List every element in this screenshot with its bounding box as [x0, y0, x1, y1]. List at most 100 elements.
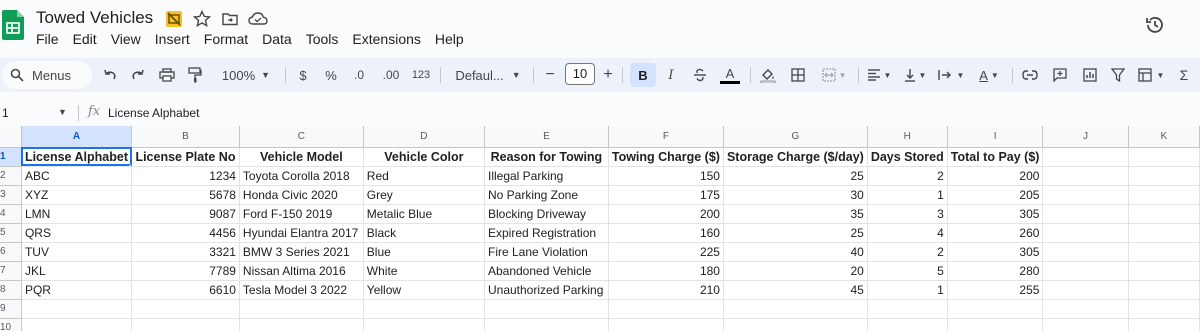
- table-cell[interactable]: 280: [946, 260, 1044, 281]
- table-cell[interactable]: 1: [866, 279, 948, 300]
- cell-empty[interactable]: [1127, 241, 1200, 262]
- cell-empty[interactable]: [238, 298, 364, 319]
- row-header[interactable]: 7: [0, 260, 22, 281]
- table-cell[interactable]: 180: [607, 260, 724, 281]
- menu-format[interactable]: Format: [204, 31, 255, 47]
- table-cell[interactable]: JKL: [20, 260, 133, 281]
- cell-empty[interactable]: [1127, 165, 1200, 186]
- bold-button[interactable]: B: [630, 63, 656, 87]
- table-cell[interactable]: Abandoned Vehicle: [483, 260, 609, 281]
- undo-icon[interactable]: [102, 63, 118, 87]
- table-cell[interactable]: 175: [607, 184, 724, 205]
- table-cell[interactable]: 150: [607, 165, 724, 186]
- table-cell[interactable]: ABC: [20, 165, 133, 186]
- table-cell[interactable]: Toyota Corolla 2018: [238, 165, 364, 186]
- table-cell[interactable]: Fire Lane Violation: [483, 241, 609, 262]
- filter-views-icon[interactable]: ▼: [1136, 63, 1166, 87]
- table-cell[interactable]: 305: [946, 203, 1044, 224]
- table-cell[interactable]: 255: [946, 279, 1044, 300]
- table-cell[interactable]: White: [362, 260, 485, 281]
- table-cell[interactable]: QRS: [20, 222, 133, 243]
- menu-file[interactable]: File: [36, 31, 66, 47]
- name-box[interactable]: 1: [2, 106, 9, 120]
- row-header[interactable]: 6: [0, 241, 22, 262]
- paint-format-icon[interactable]: [186, 63, 204, 87]
- table-cell[interactable]: No Parking Zone: [483, 184, 609, 205]
- table-cell[interactable]: XYZ: [20, 184, 133, 205]
- zoom-select[interactable]: 100% ▼: [218, 63, 274, 87]
- table-cell[interactable]: 3321: [131, 241, 240, 262]
- cell-header[interactable]: Towing Charge ($): [607, 146, 724, 167]
- table-cell[interactable]: 7789: [131, 260, 240, 281]
- row-header[interactable]: 5: [0, 222, 22, 243]
- table-cell[interactable]: 2: [866, 165, 948, 186]
- cell-empty[interactable]: [1042, 317, 1129, 331]
- table-cell[interactable]: Yellow: [362, 279, 485, 300]
- cell-empty[interactable]: [1042, 165, 1129, 186]
- cell-empty[interactable]: [1042, 184, 1129, 205]
- cloud-saved-icon[interactable]: [248, 9, 268, 29]
- cell-empty[interactable]: [1042, 298, 1129, 319]
- row-header[interactable]: 2: [0, 165, 22, 186]
- cell-empty[interactable]: [1042, 146, 1129, 167]
- italic-button[interactable]: I: [662, 63, 680, 87]
- table-cell[interactable]: 210: [607, 279, 724, 300]
- table-cell[interactable]: 4: [866, 222, 948, 243]
- decrease-decimal-button[interactable]: .0: [350, 63, 368, 87]
- table-cell[interactable]: Nissan Altima 2016: [238, 260, 364, 281]
- cell-empty[interactable]: [946, 298, 1044, 319]
- cell-empty[interactable]: [1042, 241, 1129, 262]
- cell-empty[interactable]: [1127, 317, 1200, 331]
- fill-color-icon[interactable]: [758, 63, 778, 87]
- cell-empty[interactable]: [362, 298, 485, 319]
- version-history-icon[interactable]: [1144, 14, 1166, 36]
- vertical-align-icon[interactable]: ▼: [900, 63, 930, 87]
- cell-header[interactable]: Vehicle Model: [238, 146, 364, 167]
- strikethrough-icon[interactable]: [690, 63, 710, 87]
- table-cell[interactable]: PQR: [20, 279, 133, 300]
- increase-font-size-icon[interactable]: +: [601, 63, 615, 87]
- font-size-input[interactable]: 10: [565, 63, 595, 85]
- menu-data[interactable]: Data: [262, 31, 299, 47]
- no-sync-icon[interactable]: [164, 9, 184, 29]
- filter-icon[interactable]: [1108, 63, 1128, 87]
- text-color-button[interactable]: A: [718, 63, 742, 87]
- column-header-d[interactable]: D: [362, 126, 485, 148]
- decrease-font-size-icon[interactable]: −: [543, 63, 557, 87]
- menu-edit[interactable]: Edit: [73, 31, 104, 47]
- column-header-f[interactable]: F: [607, 126, 724, 148]
- star-icon[interactable]: [192, 9, 212, 29]
- column-header-j[interactable]: J: [1042, 126, 1129, 148]
- cell-empty[interactable]: [1127, 222, 1200, 243]
- cell-empty[interactable]: [866, 317, 948, 331]
- menu-extensions[interactable]: Extensions: [352, 31, 427, 47]
- cell-empty[interactable]: [1042, 260, 1129, 281]
- table-cell[interactable]: 25: [722, 222, 868, 243]
- table-cell[interactable]: LMN: [20, 203, 133, 224]
- functions-button[interactable]: Σ: [1176, 63, 1192, 87]
- currency-button[interactable]: $: [296, 63, 310, 87]
- table-cell[interactable]: 260: [946, 222, 1044, 243]
- table-cell[interactable]: 30: [722, 184, 868, 205]
- table-cell[interactable]: 45: [722, 279, 868, 300]
- table-cell[interactable]: 40: [722, 241, 868, 262]
- column-header-c[interactable]: C: [238, 126, 364, 148]
- insert-comment-icon[interactable]: [1050, 63, 1070, 87]
- table-cell[interactable]: Tesla Model 3 2022: [238, 279, 364, 300]
- column-header-k[interactable]: K: [1127, 126, 1200, 148]
- menu-help[interactable]: Help: [435, 31, 471, 47]
- fill-handle[interactable]: [129, 163, 131, 165]
- cell-empty[interactable]: [362, 317, 485, 331]
- row-header[interactable]: 9: [0, 298, 22, 319]
- column-header-a[interactable]: A: [20, 126, 133, 148]
- row-header[interactable]: 4: [0, 203, 22, 224]
- cell-empty[interactable]: [1042, 279, 1129, 300]
- borders-icon[interactable]: [788, 63, 808, 87]
- table-cell[interactable]: Metalic Blue: [362, 203, 485, 224]
- table-cell[interactable]: 9087: [131, 203, 240, 224]
- table-cell[interactable]: Blocking Driveway: [483, 203, 609, 224]
- table-cell[interactable]: BMW 3 Series 2021: [238, 241, 364, 262]
- table-cell[interactable]: 3: [866, 203, 948, 224]
- cell-header[interactable]: Days Stored: [866, 146, 948, 167]
- table-cell[interactable]: Blue: [362, 241, 485, 262]
